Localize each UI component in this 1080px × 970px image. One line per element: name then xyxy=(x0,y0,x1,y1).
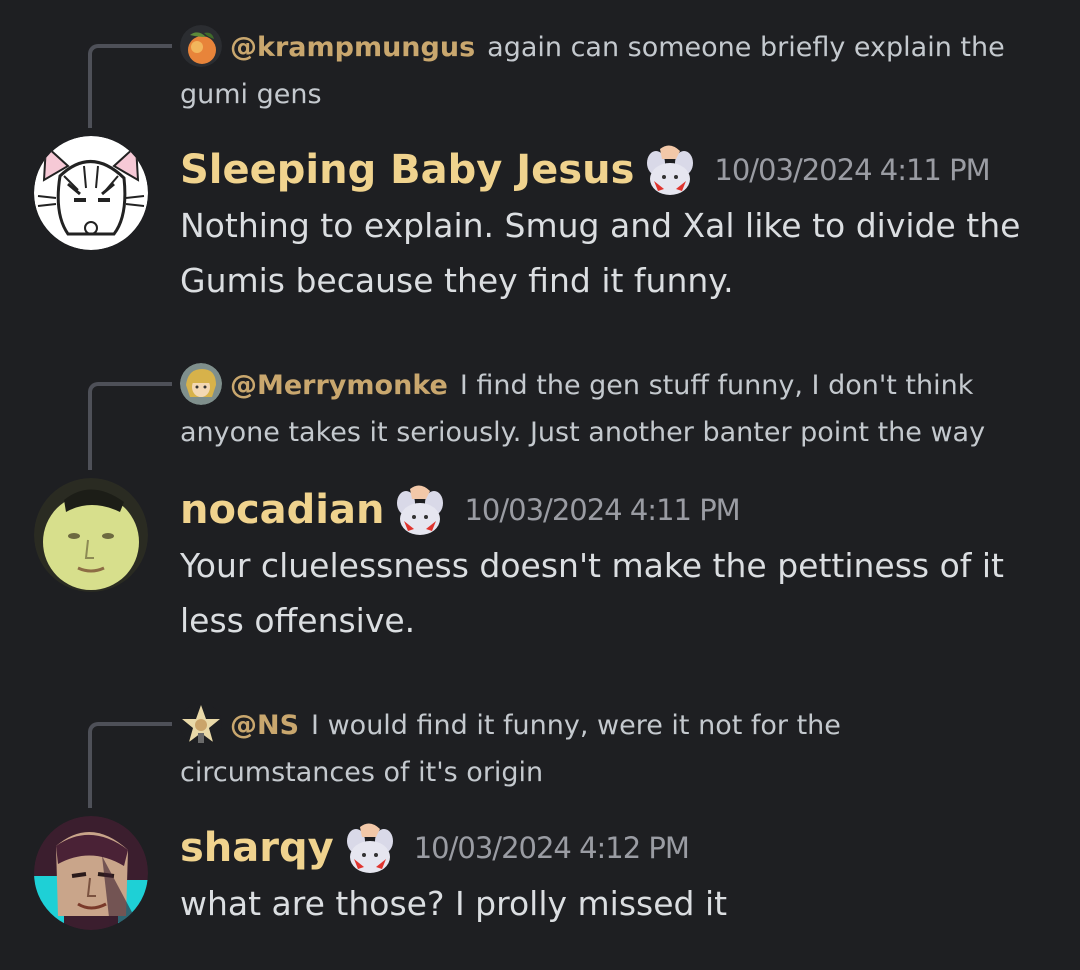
message-header: sharqy 10/03/2024 4:12 PM xyxy=(180,818,690,878)
rabbit-hand-emoji-icon[interactable] xyxy=(390,481,448,539)
peach-avatar-icon[interactable] xyxy=(180,24,222,67)
rabbit-hand-emoji-icon[interactable] xyxy=(640,141,698,199)
star-avatar-icon[interactable] xyxy=(180,702,222,745)
cat-girl-avatar[interactable] xyxy=(34,136,148,250)
yellow-face-avatar[interactable] xyxy=(34,478,148,592)
username[interactable]: sharqy xyxy=(180,825,334,871)
message-text: Your cluelessness doesn't make the petti… xyxy=(180,546,1005,640)
reply-author[interactable]: @Merrymonke xyxy=(230,370,448,401)
reply-spine xyxy=(88,722,172,808)
timestamp[interactable]: 10/03/2024 4:12 PM xyxy=(414,831,690,865)
anime-girl-avatar-icon[interactable] xyxy=(180,362,222,405)
reply-spine xyxy=(88,382,172,470)
message-header: nocadian 10/03/2024 4:11 PM xyxy=(180,480,741,540)
reply-preview[interactable]: @krampmungus again can someone briefly ex… xyxy=(180,24,1040,118)
reply-spine xyxy=(88,44,172,128)
reply-author[interactable]: @NS xyxy=(230,710,299,741)
anime-man-avatar[interactable] xyxy=(34,816,148,930)
chat-log: @krampmungus again can someone briefly ex… xyxy=(0,0,1080,970)
reply-preview[interactable]: @Merrymonke I find the gen stuff funny, I… xyxy=(180,362,1040,456)
reply-preview[interactable]: @NS I would find it funny, were it not fo… xyxy=(180,702,1040,796)
reply-author[interactable]: @krampmungus xyxy=(230,32,475,63)
timestamp[interactable]: 10/03/2024 4:11 PM xyxy=(714,153,990,187)
message-text: what are those? I prolly missed it xyxy=(180,884,728,923)
timestamp[interactable]: 10/03/2024 4:11 PM xyxy=(464,493,740,527)
username[interactable]: Sleeping Baby Jesus xyxy=(180,147,634,193)
rabbit-hand-emoji-icon[interactable] xyxy=(340,819,398,877)
message-text: Nothing to explain. Smug and Xal like to… xyxy=(180,206,1021,300)
message-header: Sleeping Baby Jesus 10/03/2024 4:11 PM xyxy=(180,140,991,200)
username[interactable]: nocadian xyxy=(180,487,384,533)
